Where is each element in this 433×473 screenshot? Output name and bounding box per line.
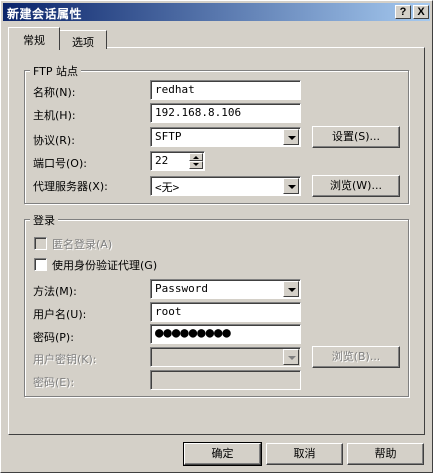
ftp-site-legend: FTP 站点 (30, 63, 81, 79)
tab-options-label: 选项 (72, 36, 94, 49)
port-up-icon[interactable] (189, 153, 203, 161)
method-dropdown-icon[interactable] (283, 281, 299, 297)
auth-agent-checkbox[interactable] (34, 258, 47, 271)
port-value: 22 (155, 154, 169, 167)
user-key-dropdown-icon[interactable] (283, 349, 299, 365)
name-field[interactable]: redhat (150, 80, 301, 100)
protocol-select[interactable]: SFTP (150, 127, 301, 147)
method-select[interactable]: Password (150, 279, 301, 299)
tab-options[interactable]: 选项 (59, 30, 107, 49)
passphrase-field[interactable] (150, 370, 301, 390)
user-key-select[interactable] (150, 347, 301, 367)
cancel-button[interactable]: 取消 (266, 443, 343, 465)
proxy-label: 代理服务器(X): (33, 180, 108, 193)
tab-general-label: 常规 (23, 34, 45, 47)
proxy-select[interactable]: <无> (150, 176, 301, 196)
protocol-label: 协议(R): (33, 134, 75, 147)
host-label: 主机(H): (33, 109, 76, 122)
login-legend: 登录 (30, 212, 58, 228)
port-down-icon[interactable] (189, 161, 203, 169)
password-field[interactable]: ●●●●●●●●● (150, 324, 301, 344)
settings-button[interactable]: 设置(S)... (312, 126, 400, 148)
help-button[interactable]: 帮助 (347, 443, 424, 465)
username-field[interactable]: root (150, 302, 301, 322)
username-label: 用户名(U): (33, 308, 87, 321)
name-label: 名称(N): (33, 86, 76, 99)
port-label: 端口号(O): (33, 157, 87, 170)
anonymous-label: 匿名登录(A) (52, 238, 113, 251)
protocol-dropdown-icon[interactable] (283, 129, 299, 145)
proxy-dropdown-icon[interactable] (283, 178, 299, 194)
port-stepper[interactable]: 22 (150, 151, 205, 171)
user-key-label: 用户密钥(K): (33, 353, 97, 366)
close-icon[interactable]: X (413, 5, 429, 19)
protocol-value: SFTP (155, 130, 182, 143)
host-field[interactable]: 192.168.8.106 (150, 103, 301, 123)
proxy-value: <无> (155, 181, 180, 194)
user-key-browse-button[interactable]: 浏览(B)... (312, 346, 400, 368)
help-icon[interactable]: ? (395, 5, 411, 19)
method-value: Password (155, 282, 208, 295)
title-bar[interactable]: 新建会话属性 ? X (3, 3, 430, 21)
ok-button[interactable]: 确定 (183, 442, 262, 466)
proxy-browse-button[interactable]: 浏览(W)... (312, 175, 400, 197)
auth-agent-label: 使用身份验证代理(G) (52, 259, 158, 272)
window-title: 新建会话属性 (7, 7, 83, 21)
anonymous-checkbox[interactable] (34, 237, 47, 250)
method-label: 方法(M): (33, 285, 77, 298)
tab-general[interactable]: 常规 (8, 27, 60, 50)
passphrase-label: 密码(E): (33, 376, 75, 389)
password-label: 密码(P): (33, 331, 74, 344)
